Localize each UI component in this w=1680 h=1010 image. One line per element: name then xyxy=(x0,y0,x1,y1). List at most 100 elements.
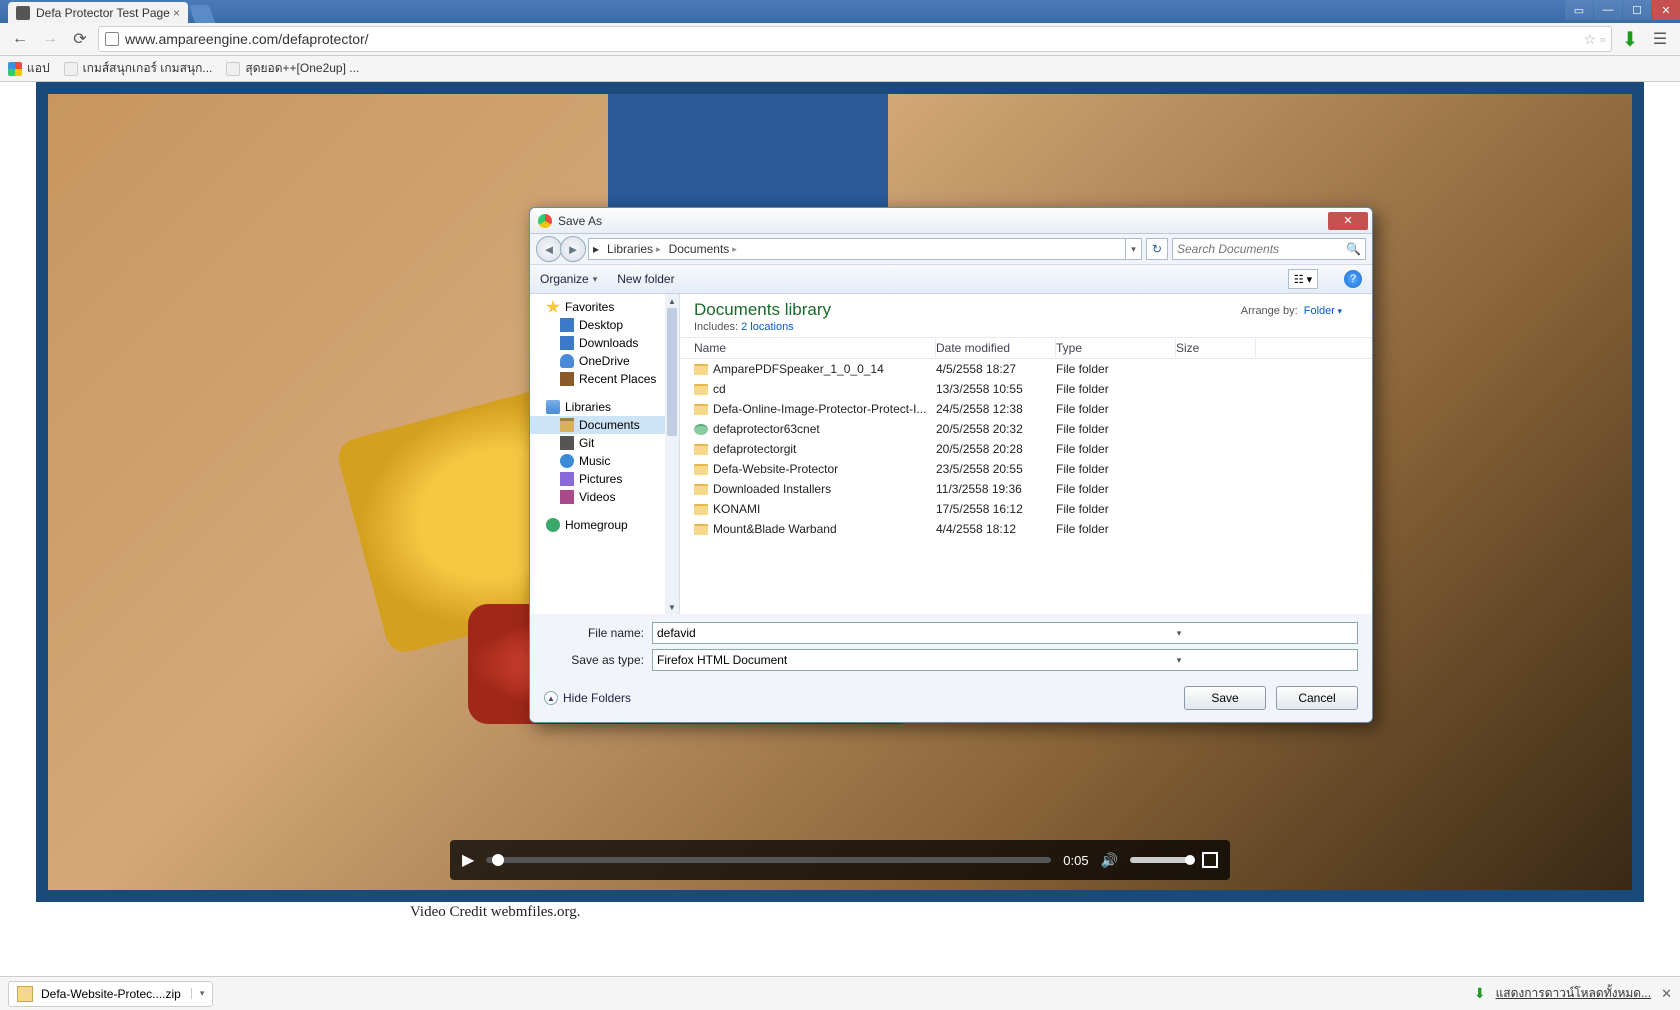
browser-tab[interactable]: Defa Protector Test Page × xyxy=(8,2,188,23)
apps-shortcut[interactable]: แอป xyxy=(8,59,50,78)
download-filename: Defa-Website-Protec....zip xyxy=(41,987,181,1001)
column-name[interactable]: Name xyxy=(680,338,936,358)
file-row[interactable]: KONAMI17/5/2558 16:12File folder xyxy=(680,499,1372,519)
help-button[interactable]: ? xyxy=(1344,270,1362,288)
search-input[interactable] xyxy=(1177,242,1346,256)
column-type[interactable]: Type xyxy=(1056,338,1176,358)
organize-button[interactable]: Organize xyxy=(540,272,597,286)
tree-music[interactable]: Music xyxy=(530,452,679,470)
file-name: defaprotector63cnet xyxy=(713,422,820,436)
tree-favorites[interactable]: Favorites xyxy=(530,298,679,316)
arrange-dropdown[interactable]: Folder xyxy=(1304,305,1342,317)
filename-input[interactable]: defavid▾ xyxy=(652,622,1358,644)
file-row[interactable]: defaprotectorgit20/5/2558 20:28File fold… xyxy=(680,439,1372,459)
window-minimize-button[interactable]: — xyxy=(1594,0,1622,20)
tree-libraries[interactable]: Libraries xyxy=(530,398,679,416)
nav-forward-button[interactable]: ► xyxy=(560,236,586,262)
window-multidesktop-button[interactable]: ▭ xyxy=(1565,0,1593,20)
volume-thumb[interactable] xyxy=(1185,855,1195,865)
file-row[interactable]: Defa-Website-Protector23/5/2558 20:55Fil… xyxy=(680,459,1372,479)
tab-close-icon[interactable]: × xyxy=(173,6,180,20)
nav-back-button[interactable]: ◄ xyxy=(536,236,562,262)
tree-downloads[interactable]: Downloads xyxy=(530,334,679,352)
seek-bar[interactable] xyxy=(486,857,1051,863)
reload-button[interactable]: ⟳ xyxy=(68,27,92,51)
back-button[interactable]: ← xyxy=(8,27,32,51)
menu-button[interactable]: ☰ xyxy=(1648,27,1672,51)
locations-link[interactable]: 2 locations xyxy=(741,321,794,333)
page-icon xyxy=(64,62,78,76)
tree-onedrive[interactable]: OneDrive xyxy=(530,352,679,370)
download-indicator-icon[interactable]: ⬇ xyxy=(1618,27,1642,51)
new-tab-button[interactable] xyxy=(189,5,216,23)
show-all-downloads-link[interactable]: แสดงการดาวน์โหลดทั้งหมด... xyxy=(1496,984,1652,1003)
breadcrumb-item[interactable]: Libraries▸ xyxy=(603,242,665,256)
forward-button[interactable]: → xyxy=(38,27,62,51)
cancel-button[interactable]: Cancel xyxy=(1276,686,1358,710)
library-subtitle: Includes: 2 locations xyxy=(694,321,1358,333)
dialog-close-button[interactable]: ✕ xyxy=(1328,212,1368,230)
address-bar[interactable]: www.ampareengine.com/defaprotector/ ☆ ▫ xyxy=(98,26,1612,52)
breadcrumb-root[interactable]: ▸ xyxy=(589,242,603,256)
bookmark-star-icon[interactable]: ☆ xyxy=(1583,31,1596,48)
device-icon[interactable]: ▫ xyxy=(1600,31,1605,47)
window-maximize-button[interactable]: ☐ xyxy=(1623,0,1651,20)
seek-thumb[interactable] xyxy=(492,854,504,866)
download-arrow-icon: ⬇ xyxy=(1474,985,1486,1002)
site-info-icon[interactable] xyxy=(105,32,119,46)
file-row[interactable]: AmparePDFSpeaker_1_0_0_144/5/2558 18:27F… xyxy=(680,359,1372,379)
video-controls: ▶ 0:05 🔊 xyxy=(450,840,1230,880)
bookmark-item[interactable]: สุดยอด++[One2up] ... xyxy=(226,59,359,78)
tree-recent[interactable]: Recent Places xyxy=(530,370,679,388)
tree-pictures[interactable]: Pictures xyxy=(530,470,679,488)
view-options-button[interactable]: ☷ ▾ xyxy=(1288,269,1318,289)
play-button[interactable]: ▶ xyxy=(462,850,474,870)
chevron-down-icon[interactable]: ▾ xyxy=(1005,655,1353,666)
file-row[interactable]: Mount&Blade Warband4/4/2558 18:12File fo… xyxy=(680,519,1372,539)
file-row[interactable]: Defa-Online-Image-Protector-Protect-I...… xyxy=(680,399,1372,419)
search-box[interactable]: 🔍 xyxy=(1172,238,1366,260)
file-row[interactable]: cd13/3/2558 10:55File folder xyxy=(680,379,1372,399)
dialog-title: Save As xyxy=(558,214,602,228)
volume-icon[interactable]: 🔊 xyxy=(1101,852,1118,869)
hide-folders-toggle[interactable]: ▲Hide Folders xyxy=(544,691,631,705)
file-name: Downloaded Installers xyxy=(713,482,831,496)
saveastype-dropdown[interactable]: Firefox HTML Document▾ xyxy=(652,649,1358,671)
new-folder-button[interactable]: New folder xyxy=(617,272,674,286)
save-button[interactable]: Save xyxy=(1184,686,1266,710)
url-text: www.ampareengine.com/defaprotector/ xyxy=(125,31,1579,47)
tree-documents[interactable]: Documents xyxy=(530,416,679,434)
volume-bar[interactable] xyxy=(1130,857,1190,863)
close-downloadbar-button[interactable]: ✕ xyxy=(1661,986,1672,1002)
column-date[interactable]: Date modified xyxy=(936,338,1056,358)
search-icon[interactable]: 🔍 xyxy=(1346,242,1361,256)
scroll-down-icon[interactable]: ▼ xyxy=(665,600,679,614)
file-date: 4/5/2558 18:27 xyxy=(936,362,1056,376)
scrollbar[interactable]: ▲ ▼ xyxy=(665,294,679,614)
file-name: defaprotectorgit xyxy=(713,442,796,456)
chevron-down-icon[interactable]: ▾ xyxy=(191,988,205,999)
tree-desktop[interactable]: Desktop xyxy=(530,316,679,334)
dialog-titlebar[interactable]: Save As ✕ xyxy=(530,208,1372,234)
breadcrumb[interactable]: ▸ Libraries▸ Documents▸ ▾ xyxy=(588,238,1142,260)
file-row[interactable]: Downloaded Installers11/3/2558 19:36File… xyxy=(680,479,1372,499)
fullscreen-button[interactable] xyxy=(1202,852,1218,868)
tree-homegroup[interactable]: Homegroup xyxy=(530,516,679,534)
file-row[interactable]: defaprotector63cnet20/5/2558 20:32File f… xyxy=(680,419,1372,439)
nav-refresh-button[interactable]: ↻ xyxy=(1146,238,1168,260)
tree-git[interactable]: Git xyxy=(530,434,679,452)
chevron-down-icon[interactable]: ▾ xyxy=(1005,628,1353,639)
browser-toolbar: ← → ⟳ www.ampareengine.com/defaprotector… xyxy=(0,23,1680,56)
folder-tree[interactable]: ▲ ▼ Favorites Desktop Downloads OneDrive… xyxy=(530,294,680,614)
file-list[interactable]: AmparePDFSpeaker_1_0_0_144/5/2558 18:27F… xyxy=(680,359,1372,614)
window-close-button[interactable]: ✕ xyxy=(1652,0,1680,20)
video-time: 0:05 xyxy=(1063,853,1088,868)
breadcrumb-dropdown[interactable]: ▾ xyxy=(1125,239,1141,259)
scroll-up-icon[interactable]: ▲ xyxy=(665,294,679,308)
download-item[interactable]: Defa-Website-Protec....zip ▾ xyxy=(8,981,213,1007)
folder-icon xyxy=(694,404,708,415)
breadcrumb-item[interactable]: Documents▸ xyxy=(665,242,741,256)
column-size[interactable]: Size xyxy=(1176,338,1256,358)
bookmark-item[interactable]: เกมส์สนุกเกอร์ เกมสนุก... xyxy=(64,59,213,78)
tree-videos[interactable]: Videos xyxy=(530,488,679,506)
